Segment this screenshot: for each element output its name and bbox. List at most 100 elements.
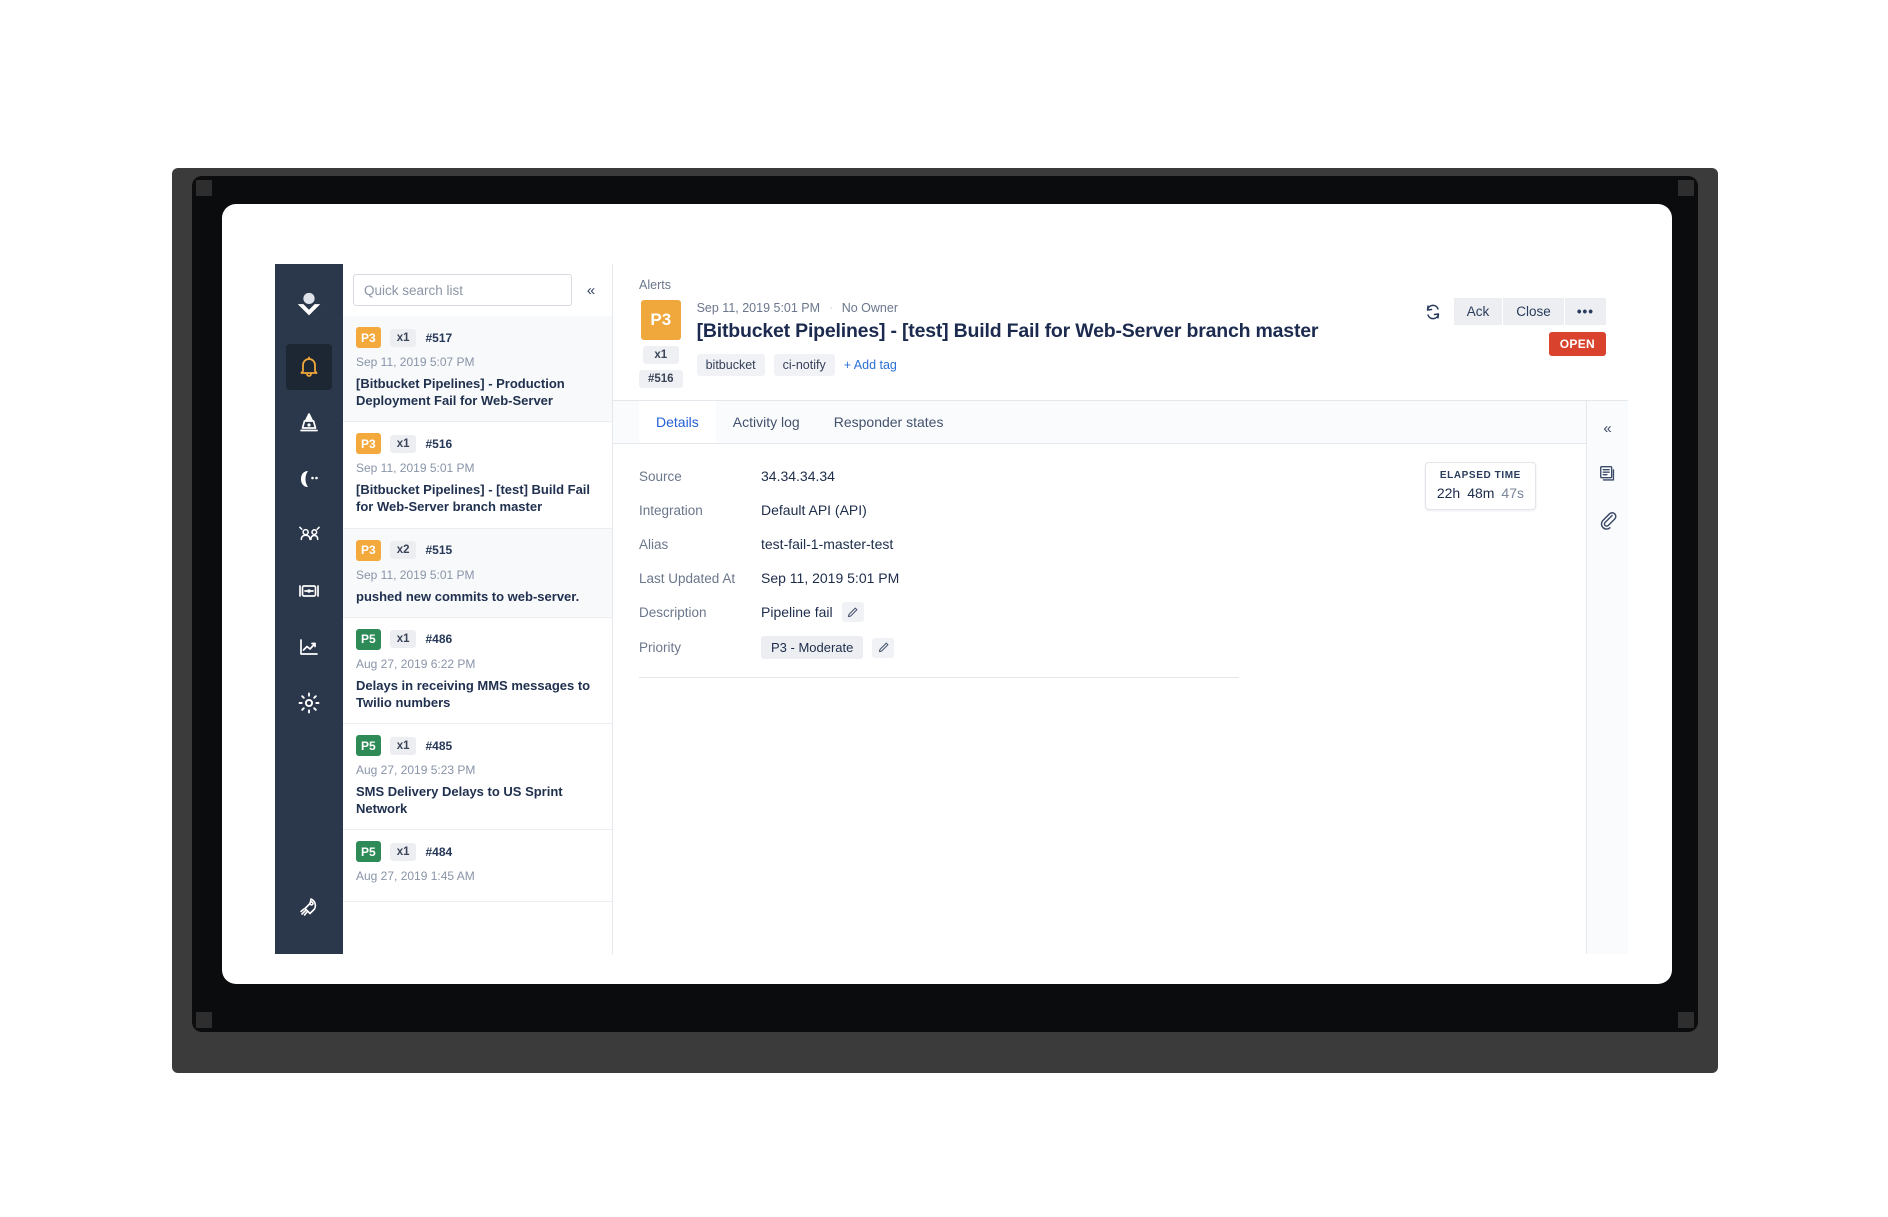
close-button[interactable]: Close: [1503, 298, 1565, 325]
field-source: Source 34.34.34.34: [639, 466, 1560, 486]
alert-timestamp: Sep 11, 2019 5:01 PM: [697, 301, 820, 315]
tab-activity-log[interactable]: Activity log: [716, 401, 817, 443]
alert-id: #516: [425, 437, 452, 451]
tags-row: bitbucket ci-notify + Add tag: [697, 354, 1606, 376]
sidebar-item-alerts[interactable]: [286, 344, 332, 390]
list-item[interactable]: P5 x1 #486 Aug 27, 2019 6:22 PM Delays i…: [343, 618, 612, 724]
rocket-icon: [297, 895, 321, 919]
tab-responder-states[interactable]: Responder states: [817, 401, 961, 443]
priority-chip: P3 - Moderate: [761, 636, 863, 659]
ack-button[interactable]: Ack: [1454, 298, 1504, 325]
sidebar-item-settings[interactable]: [286, 680, 332, 726]
field-label: Integration: [639, 503, 761, 518]
alert-id: #485: [425, 739, 452, 753]
field-label: Priority: [639, 640, 761, 655]
count-badge: x1: [643, 346, 679, 364]
alert-id: #517: [425, 331, 452, 345]
list-item-message: Delays in receiving MMS messages to Twil…: [356, 677, 599, 711]
count-badge: x1: [390, 329, 417, 347]
priority-badge: P3: [356, 540, 381, 561]
list-item-date: Aug 27, 2019 5:23 PM: [356, 763, 599, 777]
alert-id: #484: [425, 845, 452, 859]
detail-fields: Source 34.34.34.34 Integration Default A…: [613, 444, 1586, 954]
breadcrumb: Alerts: [639, 278, 1606, 292]
notes-icon[interactable]: [1595, 461, 1621, 487]
phone-oncall-icon: [297, 467, 321, 491]
list-item[interactable]: P3 x2 #515 Sep 11, 2019 5:01 PM pushed n…: [343, 529, 612, 618]
collapse-list-button[interactable]: «: [580, 279, 602, 301]
list-item[interactable]: P3 x1 #516 Sep 11, 2019 5:01 PM [Bitbuck…: [343, 422, 612, 528]
count-badge: x1: [390, 435, 417, 453]
alert-actions: Ack Close •••: [1424, 298, 1606, 325]
list-item-badges: P5 x1 #484: [356, 841, 599, 862]
bell-icon: [297, 355, 321, 379]
device-corner-bottom-right: [1678, 1012, 1694, 1028]
tag[interactable]: bitbucket: [697, 354, 765, 376]
device-screen: « P3 x1 #517 Sep 11, 2019 5:07 PM [Bitbu…: [222, 204, 1672, 984]
list-item[interactable]: P5 x1 #484 Aug 27, 2019 1:45 AM: [343, 830, 612, 902]
search-input[interactable]: [353, 274, 572, 306]
list-item[interactable]: P5 x1 #485 Aug 27, 2019 5:23 PM SMS Deli…: [343, 724, 612, 830]
list-item-message: SMS Delivery Delays to US Sprint Network: [356, 783, 599, 817]
nav-rail-bottom: [275, 884, 343, 940]
add-tag-button[interactable]: + Add tag: [844, 358, 897, 372]
edit-description-pencil-icon[interactable]: [842, 602, 864, 622]
list-item-badges: P3 x1 #516: [356, 433, 599, 454]
elapsed-hours: 22h: [1437, 485, 1460, 501]
alert-header-badges: P3 x1 #516: [639, 300, 683, 388]
list-item[interactable]: P3 x1 #517 Sep 11, 2019 5:07 PM [Bitbuck…: [343, 316, 612, 422]
sidebar-item-services[interactable]: [286, 568, 332, 614]
elapsed-minutes: 48m: [1467, 485, 1494, 501]
refresh-icon[interactable]: [1424, 303, 1442, 321]
list-item-date: Sep 11, 2019 5:01 PM: [356, 568, 599, 582]
count-badge: x1: [390, 843, 417, 861]
field-value: 34.34.34.34: [761, 468, 835, 484]
device-corner-bottom-left: [196, 1012, 212, 1028]
sidebar-item-on-call[interactable]: [286, 456, 332, 502]
alert-detail-content: Details Activity log Responder states So…: [613, 401, 1586, 954]
opsgenie-logo-icon: [294, 290, 324, 320]
sidebar-item-analytics[interactable]: [286, 624, 332, 670]
tab-details[interactable]: Details: [639, 401, 716, 443]
priority-badge: P3: [356, 327, 381, 348]
field-value-wrap: P3 - Moderate: [761, 636, 894, 659]
alert-list[interactable]: P3 x1 #517 Sep 11, 2019 5:07 PM [Bitbuck…: [343, 316, 612, 954]
list-item-message: [Bitbucket Pipelines] - [test] Build Fai…: [356, 481, 599, 515]
sidebar-item-opsgenie-logo[interactable]: [286, 282, 332, 328]
teams-people-icon: [297, 523, 322, 548]
tag[interactable]: ci-notify: [774, 354, 835, 376]
alert-id-badge: #516: [639, 370, 683, 388]
elapsed-time-value: 22h 48m 47s: [1437, 485, 1524, 501]
edit-priority-pencil-icon[interactable]: [872, 638, 894, 658]
count-badge: x1: [390, 630, 417, 648]
field-value: Pipeline fail: [761, 604, 833, 620]
device-corner-top-left: [196, 180, 212, 196]
list-item-date: Aug 27, 2019 1:45 AM: [356, 869, 599, 883]
list-item-badges: P3 x2 #515: [356, 540, 599, 561]
sidebar-item-teams[interactable]: [286, 512, 332, 558]
collapse-right-rail-button[interactable]: «: [1595, 415, 1621, 441]
service-slider-icon: [297, 579, 321, 603]
elapsed-seconds: 47s: [1501, 485, 1524, 501]
priority-badge: P3: [641, 300, 681, 340]
analytics-chart-icon: [297, 635, 321, 659]
attachment-paperclip-icon[interactable]: [1595, 507, 1621, 533]
field-label: Alias: [639, 537, 761, 552]
more-actions-button[interactable]: •••: [1565, 298, 1606, 325]
field-description: Description Pipeline fail: [639, 602, 1560, 622]
field-label: Description: [639, 605, 761, 620]
opsgenie-app: « P3 x1 #517 Sep 11, 2019 5:07 PM [Bitbu…: [275, 264, 1628, 954]
field-alias: Alias test-fail-1-master-test: [639, 534, 1560, 554]
device-corner-top-right: [1678, 180, 1694, 196]
right-side-rail: «: [1586, 401, 1628, 954]
alert-id: #515: [425, 543, 452, 557]
elapsed-time-widget: ELAPSED TIME 22h 48m 47s: [1425, 462, 1536, 510]
field-value: test-fail-1-master-test: [761, 536, 893, 552]
alert-owner: No Owner: [842, 301, 898, 315]
list-item-badges: P5 x1 #485: [356, 735, 599, 756]
elapsed-time-label: ELAPSED TIME: [1437, 470, 1524, 481]
section-divider: [639, 677, 1239, 678]
sidebar-item-incidents[interactable]: [286, 400, 332, 446]
screenshot-stage: « P3 x1 #517 Sep 11, 2019 5:07 PM [Bitbu…: [0, 0, 1888, 1217]
sidebar-item-whats-new[interactable]: [286, 884, 332, 930]
